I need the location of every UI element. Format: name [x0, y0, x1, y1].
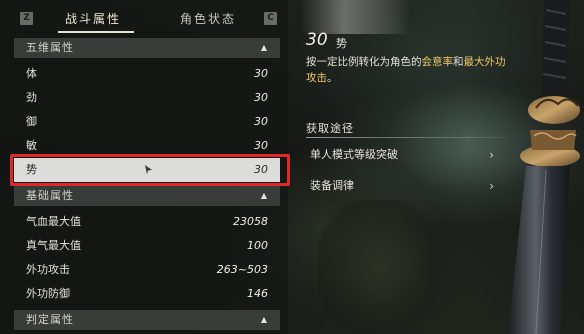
section-title: 判定属性	[26, 313, 74, 326]
collapse-arrow-icon: ▲	[260, 191, 268, 200]
desc-text: 和	[453, 56, 464, 68]
stat-label: 敏	[26, 139, 37, 152]
key-hint-z: Z	[20, 12, 33, 25]
stat-value: 263~503	[216, 263, 268, 276]
source-item-level-breakthrough[interactable]: 单人模式等级突破 ›	[306, 144, 500, 166]
key-hint-c: C	[264, 12, 277, 25]
stat-label: 真气最大值	[26, 239, 81, 252]
stat-label: 气血最大值	[26, 215, 81, 228]
source-divider	[306, 137, 506, 138]
source-item-equipment-tuning[interactable]: 装备调律 ›	[306, 175, 500, 197]
stat-label: 外功防御	[26, 287, 70, 300]
stat-label: 体	[26, 67, 37, 80]
stat-row-yu[interactable]: 御 30	[14, 110, 280, 134]
section-title: 五维属性	[26, 41, 74, 54]
source-item-label: 装备调律	[310, 179, 354, 192]
tab-combat-attributes[interactable]: 战斗属性	[65, 10, 121, 27]
stat-label: 外功攻击	[26, 263, 70, 276]
stat-row-max-qi[interactable]: 真气最大值 100	[14, 234, 280, 258]
stat-value: 30	[254, 91, 268, 104]
stat-value: 30	[254, 115, 268, 128]
stat-value: 146	[247, 287, 268, 300]
detail-stat-value: 30	[306, 30, 328, 50]
active-tab-underline	[58, 31, 134, 33]
stat-value: 30	[254, 67, 268, 80]
collapse-arrow-icon: ▲	[260, 315, 268, 324]
stat-row-max-hp[interactable]: 气血最大值 23058	[14, 210, 280, 234]
stat-value: 100	[247, 239, 268, 252]
desc-text: 。	[327, 72, 338, 84]
stat-row-external-attack[interactable]: 外功攻击 263~503	[14, 258, 280, 282]
sword-illustration	[508, 0, 580, 334]
stat-row-jin[interactable]: 劲 30	[14, 86, 280, 110]
desc-keyword-crit: 会意率	[421, 56, 454, 68]
stat-row-external-defense[interactable]: 外功防御 146	[14, 282, 280, 306]
detail-stat-name: 势	[336, 37, 347, 50]
source-item-label: 单人模式等级突破	[310, 148, 398, 161]
source-section-title: 获取途径	[306, 122, 354, 135]
chevron-right-icon: ›	[489, 179, 494, 193]
detail-description: 按一定比例转化为角色的会意率和最大外功攻击。	[306, 54, 506, 86]
section-header-basic-attributes[interactable]: 基础属性 ▲	[14, 186, 280, 206]
stat-label: 劲	[26, 91, 37, 104]
collapse-arrow-icon: ▲	[260, 43, 268, 52]
section-header-five-dimensions[interactable]: 五维属性 ▲	[14, 38, 280, 58]
selection-highlight-box	[10, 154, 290, 186]
tab-bar: Z 战斗属性 角色状态 C	[0, 0, 288, 36]
section-title: 基础属性	[26, 189, 74, 202]
stat-row-ti[interactable]: 体 30	[14, 62, 280, 86]
section-header-judgement-attributes[interactable]: 判定属性 ▲	[14, 310, 280, 330]
desc-text: 按一定比例转化为角色的	[306, 56, 422, 68]
stat-value: 23058	[233, 215, 268, 228]
tab-character-status[interactable]: 角色状态	[180, 10, 236, 27]
chevron-right-icon: ›	[489, 148, 494, 162]
stat-label: 御	[26, 115, 37, 128]
